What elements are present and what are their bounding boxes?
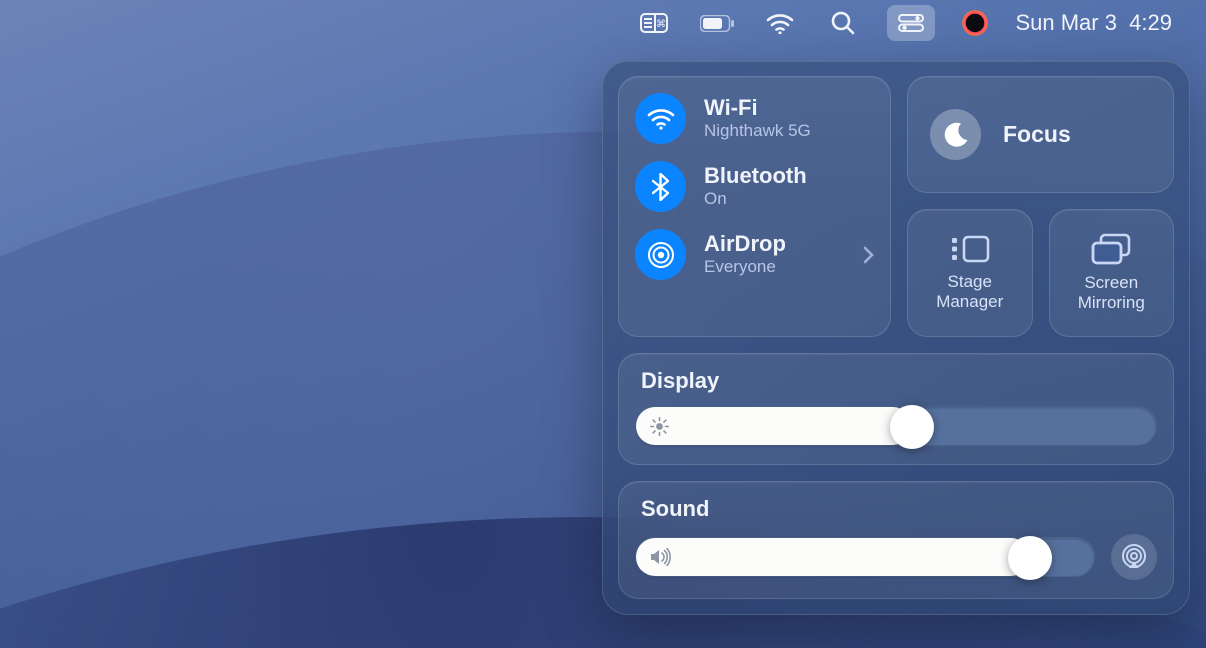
screen-mirroring-label: Screen Mirroring — [1078, 273, 1145, 312]
wifi-icon — [635, 93, 686, 144]
speaker-icon — [650, 548, 672, 566]
display-module: Display — [618, 353, 1174, 465]
bluetooth-icon — [635, 161, 686, 212]
screen-mirroring-icon — [1090, 233, 1132, 265]
sun-icon — [650, 417, 669, 436]
sound-heading: Sound — [635, 496, 1157, 522]
wifi-menu-icon[interactable] — [761, 5, 799, 41]
stage-manager-label: Stage Manager — [936, 272, 1003, 311]
svg-text:⌘: ⌘ — [656, 19, 666, 30]
airplay-audio-button[interactable] — [1111, 534, 1157, 580]
screen-mirroring-button[interactable]: Screen Mirroring — [1049, 209, 1175, 337]
focus-title: Focus — [1003, 121, 1071, 148]
volume-slider[interactable] — [635, 537, 1095, 577]
wifi-title: Wi-Fi — [704, 96, 874, 119]
menubar-clock[interactable]: Sun Mar 3 4:29 — [1015, 10, 1172, 36]
siri-icon[interactable] — [960, 5, 990, 41]
battery-icon[interactable] — [698, 5, 736, 41]
chevron-right-icon[interactable] — [862, 246, 874, 264]
spotlight-search-icon[interactable] — [824, 5, 862, 41]
wifi-toggle[interactable]: Wi-Fi Nighthawk 5G — [635, 93, 874, 144]
control-center-icon[interactable] — [887, 5, 935, 41]
sound-module: Sound — [618, 481, 1174, 599]
wifi-status: Nighthawk 5G — [704, 121, 874, 141]
airdrop-status: Everyone — [704, 257, 844, 277]
menubar: ⌘ — [0, 0, 1206, 46]
stage-manager-button[interactable]: Stage Manager — [907, 209, 1033, 337]
focus-toggle[interactable]: Focus — [907, 76, 1174, 193]
keyboard-input-menu-icon[interactable]: ⌘ — [635, 5, 673, 41]
display-heading: Display — [635, 368, 1157, 394]
bluetooth-toggle[interactable]: Bluetooth On — [635, 161, 874, 212]
stage-manager-icon — [949, 234, 991, 264]
airdrop-toggle[interactable]: AirDrop Everyone — [635, 229, 874, 280]
moon-icon — [930, 109, 981, 160]
airdrop-title: AirDrop — [704, 232, 844, 255]
airplay-icon — [1121, 544, 1147, 570]
control-center-panel: Wi-Fi Nighthawk 5G Bluetooth On — [602, 60, 1190, 615]
network-module: Wi-Fi Nighthawk 5G Bluetooth On — [618, 76, 891, 337]
airdrop-icon — [635, 229, 686, 280]
brightness-slider[interactable] — [635, 406, 1157, 446]
bluetooth-status: On — [704, 189, 874, 209]
bluetooth-title: Bluetooth — [704, 164, 874, 187]
